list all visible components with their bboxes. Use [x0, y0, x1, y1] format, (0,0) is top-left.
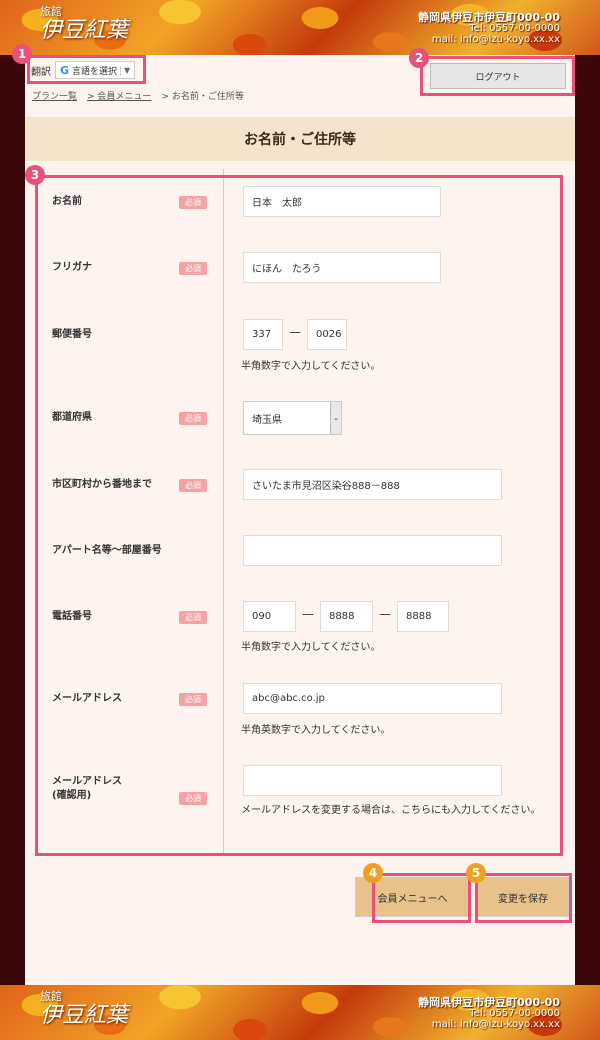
marker-4: 4	[363, 863, 383, 883]
address: 静岡県伊豆市伊豆町000-00	[418, 11, 560, 24]
marker-2: 2	[409, 48, 429, 68]
highlight-translate	[27, 55, 146, 84]
page-title: お名前・ご住所等	[25, 117, 575, 161]
marker-3: 3	[25, 165, 45, 185]
logo[interactable]: 旅館 伊豆紅葉	[40, 6, 128, 44]
highlight-member-menu	[372, 873, 471, 923]
breadcrumb-current: > お名前・ご住所等	[161, 92, 244, 102]
tel: Tel: 0557-00-0000	[469, 23, 560, 34]
address: 静岡県伊豆市伊豆町000-00	[418, 996, 560, 1009]
highlight-save	[475, 873, 572, 923]
footer-banner: 旅館 伊豆紅葉 静岡県伊豆市伊豆町000-00 Tel: 0557-00-000…	[0, 985, 600, 1040]
breadcrumb-plan-list[interactable]: プラン一覧	[32, 89, 77, 102]
header-banner: 旅館 伊豆紅葉 静岡県伊豆市伊豆町000-00 Tel: 0557-00-000…	[0, 0, 600, 55]
breadcrumb: プラン一覧 > 会員メニュー > お名前・ご住所等	[32, 89, 244, 102]
tel: Tel: 0557-00-0000	[469, 1008, 560, 1019]
footer-logo[interactable]: 旅館 伊豆紅葉	[40, 991, 128, 1029]
marker-5: 5	[466, 863, 486, 883]
breadcrumb-member-menu[interactable]: > 会員メニュー	[87, 89, 151, 102]
highlight-form	[35, 175, 563, 856]
mail: mail: info@izu-koyo.xx.xx	[431, 1019, 560, 1030]
marker-1: 1	[12, 44, 32, 64]
highlight-logout	[420, 56, 575, 96]
mail: mail: info@izu-koyo.xx.xx	[431, 34, 560, 45]
logo-name: 伊豆紅葉	[40, 1003, 129, 1028]
footer-contact-info: 静岡県伊豆市伊豆町000-00 Tel: 0557-00-0000 mail: …	[418, 997, 560, 1030]
logo-name: 伊豆紅葉	[40, 18, 129, 43]
logo-small-text: 旅館	[40, 990, 62, 1003]
logo-small-text: 旅館	[40, 5, 62, 18]
contact-info: 静岡県伊豆市伊豆町000-00 Tel: 0557-00-0000 mail: …	[418, 12, 560, 45]
